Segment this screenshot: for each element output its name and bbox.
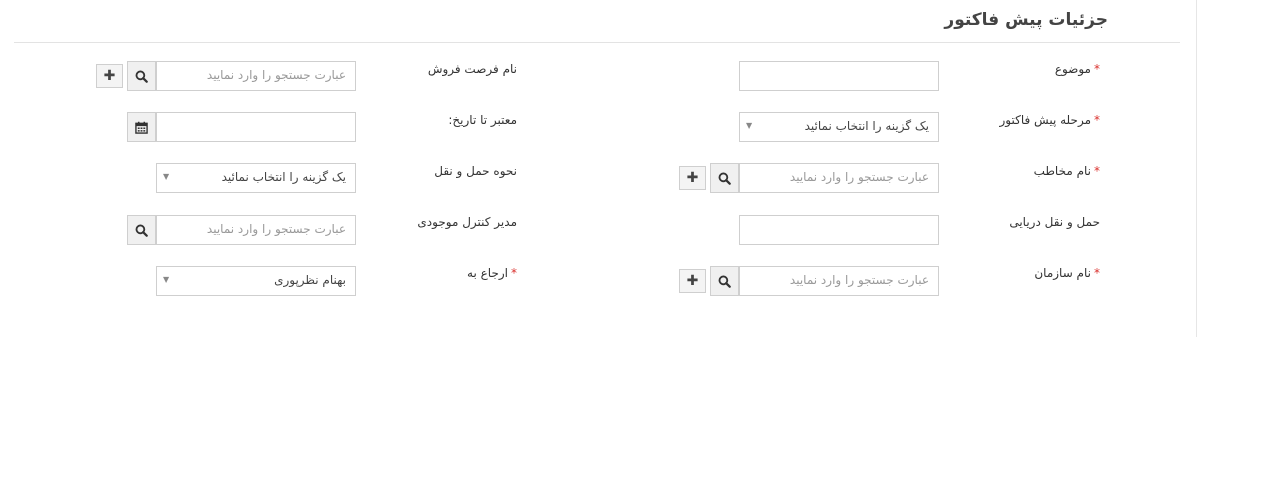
organization-label: *نام سازمان bbox=[1034, 266, 1100, 280]
form-panel: جزئیات پیش فاکتور *موضوع *مرحله پیش فاکت… bbox=[0, 0, 1197, 337]
search-icon bbox=[718, 275, 731, 288]
chevron-down-icon: ▼ bbox=[163, 275, 170, 284]
opportunity-search-input[interactable]: عبارت جستجو را وارد نمایید bbox=[156, 61, 356, 91]
add-organization-button[interactable]: ✚ bbox=[679, 269, 706, 293]
title-divider bbox=[14, 42, 1180, 43]
search-icon bbox=[718, 172, 731, 185]
shipping-sea-input[interactable] bbox=[739, 215, 939, 245]
required-mark: * bbox=[1094, 62, 1100, 76]
search-icon bbox=[135, 224, 148, 237]
assigned-to-select-value: بهنام نظرپوری bbox=[274, 273, 346, 287]
assigned-to-select[interactable]: بهنام نظرپوری ▼ bbox=[156, 266, 356, 296]
add-contact-button[interactable]: ✚ bbox=[679, 166, 706, 190]
plus-icon: ✚ bbox=[103, 68, 116, 84]
assigned-to-label: *ارجاع به bbox=[467, 266, 517, 280]
valid-until-label: معتبر تا تاریخ: bbox=[448, 113, 517, 127]
add-opportunity-button[interactable]: ✚ bbox=[96, 64, 123, 88]
page-title: جزئیات پیش فاکتور bbox=[944, 10, 1108, 30]
organization-search-button[interactable] bbox=[710, 266, 739, 296]
chevron-down-icon: ▼ bbox=[163, 172, 170, 181]
chevron-down-icon: ▼ bbox=[746, 121, 753, 130]
inventory-manager-label: مدیر کنترل موجودی bbox=[417, 215, 517, 229]
inventory-manager-search-button[interactable] bbox=[127, 215, 156, 245]
shipping-method-label: نحوه حمل و نقل bbox=[434, 164, 517, 178]
contact-label: *نام مخاطب bbox=[1033, 164, 1100, 178]
required-mark: * bbox=[511, 266, 517, 280]
stage-label: *مرحله پیش فاکتور bbox=[999, 113, 1100, 127]
shipping-sea-label: حمل و نقل دریایی bbox=[1009, 215, 1100, 229]
valid-until-date-input[interactable] bbox=[156, 112, 356, 142]
shipping-method-select[interactable]: یک گزینه را انتخاب نمائید ▼ bbox=[156, 163, 356, 193]
inventory-manager-search-input[interactable]: عبارت جستجو را وارد نمایید bbox=[156, 215, 356, 245]
contact-search-button[interactable] bbox=[710, 163, 739, 193]
stage-select[interactable]: یک گزینه را انتخاب نمائید ▼ bbox=[739, 112, 939, 142]
organization-search-input[interactable]: عبارت جستجو را وارد نمایید bbox=[739, 266, 939, 296]
shipping-method-select-value: یک گزینه را انتخاب نمائید bbox=[221, 170, 346, 184]
date-picker-button[interactable] bbox=[127, 112, 156, 142]
calendar-icon bbox=[135, 121, 148, 134]
subject-input[interactable] bbox=[739, 61, 939, 91]
required-mark: * bbox=[1094, 266, 1100, 280]
plus-icon: ✚ bbox=[686, 273, 699, 289]
required-mark: * bbox=[1094, 164, 1100, 178]
contact-search-input[interactable]: عبارت جستجو را وارد نمایید bbox=[739, 163, 939, 193]
opportunity-label: نام فرصت فروش bbox=[427, 62, 517, 76]
opportunity-search-button[interactable] bbox=[127, 61, 156, 91]
search-icon bbox=[135, 70, 148, 83]
stage-select-value: یک گزینه را انتخاب نمائید bbox=[804, 119, 929, 133]
subject-label: *موضوع bbox=[1054, 62, 1100, 76]
plus-icon: ✚ bbox=[686, 170, 699, 186]
required-mark: * bbox=[1094, 113, 1100, 127]
